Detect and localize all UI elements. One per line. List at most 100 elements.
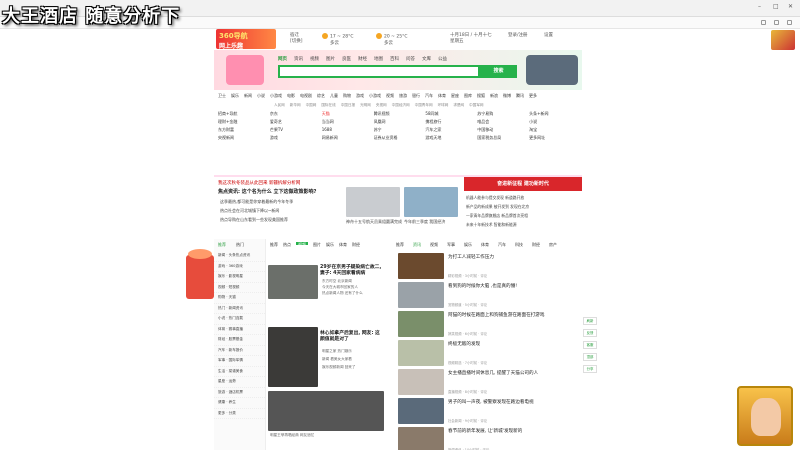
category-link[interactable]: 汽车	[425, 93, 433, 99]
feed-title[interactable]: 男子的叫一声夜, 被警察发现在路边看电视	[448, 400, 572, 406]
feed-title[interactable]: 为打工人减轻工作压力	[448, 255, 572, 261]
sidebar-row[interactable]: 体育 · 赛事直播	[214, 325, 265, 335]
feature-card[interactable]: 林心如拿产后复出, 网友: 这颜值就是对了 明星之家 热门娱乐 新闻 看美女大家…	[268, 319, 386, 389]
site-link[interactable]: 网易新闻	[322, 135, 371, 143]
sidebar-row[interactable]: 财经 · 股票基金	[214, 335, 265, 346]
site-link[interactable]: 当当网	[322, 119, 371, 127]
search-button[interactable]: 搜索	[480, 65, 517, 78]
search-input[interactable]	[278, 65, 480, 78]
city-selector[interactable]: 宿迁 [切换]	[290, 33, 303, 45]
site-link[interactable]: 东方财富	[218, 127, 267, 135]
news-thumbnail[interactable]	[404, 187, 458, 217]
site-link[interactable]: 中国移动	[477, 127, 526, 135]
settings-link[interactable]: 设置	[544, 33, 553, 39]
site-link[interactable]: 国家税务总局	[477, 135, 526, 143]
category-link[interactable]: 儿童	[330, 93, 338, 99]
category-link[interactable]: 电影	[287, 93, 295, 99]
category-link[interactable]: 新浪	[490, 93, 498, 99]
category-link[interactable]: 游戏	[356, 93, 364, 99]
news-item[interactable]: 一家青年品牌旗舰店 新品牌首次亮相	[466, 213, 580, 219]
card-image[interactable]	[268, 265, 318, 299]
feature-card[interactable]: 明星王菲再唱经典 网友追忆	[268, 391, 386, 441]
feed-title[interactable]: 春节前的新年发展, 让'新城'发现新的	[448, 429, 572, 435]
weather-today[interactable]: 17 ~ 28°C 多云	[322, 33, 353, 47]
news-item[interactable]: 热点导购在山东看到一些发现美国推荐	[220, 217, 340, 223]
media-link[interactable]: 环球网	[438, 103, 449, 108]
maximize-icon[interactable]: □	[773, 4, 779, 10]
site-link[interactable]: 理财+金融	[218, 119, 267, 127]
sidebar-row[interactable]: 娱乐 · 影视明星	[214, 272, 265, 283]
card-title[interactable]: 明星王菲再唱经典 网友追忆	[270, 433, 380, 438]
mid-tab[interactable]: 视频	[296, 242, 308, 247]
search-tab[interactable]: 问答	[406, 56, 415, 62]
site-link[interactable]: 苏宁易购	[477, 111, 526, 119]
feed-thumbnail[interactable]	[398, 398, 444, 424]
sidebar-row[interactable]: 旅游 · 酒店机票	[214, 388, 265, 398]
red-banner[interactable]: 奋进新征程 建功新时代	[464, 177, 582, 191]
news-focus[interactable]: 焦点资讯: 这个名为什么 立下这做政策影响?	[218, 188, 316, 195]
site-link[interactable]: 游戏	[270, 135, 319, 143]
feed-title[interactable]: 女主播直播时间休息几, 提醒了天猫公司的人	[448, 371, 572, 377]
mid-tab[interactable]: 财经	[352, 242, 360, 247]
feed-item[interactable]: 春节前的新年发展, 让'新城'发现新的 新闻资讯 · 10小时前 · 评论	[398, 427, 574, 450]
site-link[interactable]: 1688	[322, 127, 371, 135]
category-link[interactable]: 旅游	[399, 93, 407, 99]
site-link[interactable]: 招商+导航	[218, 111, 267, 119]
news-item[interactable]: 新产品的新成果 被开发到 发现在北京	[466, 204, 580, 210]
site-link[interactable]: 爱奇艺	[270, 119, 319, 127]
category-link[interactable]: 腾讯	[516, 93, 524, 99]
search-tab[interactable]: 图片	[326, 56, 335, 62]
feed-item[interactable]: 终极无敌的发现 视频精选 · 7小时前 · 评论	[398, 340, 574, 367]
media-link[interactable]: 国际在线	[321, 103, 335, 108]
site-link[interactable]: 游戏天地	[425, 135, 474, 143]
news-item[interactable]: 热点社会在河北城镇下降以~新闻	[220, 208, 340, 214]
category-link[interactable]: 星座	[451, 93, 459, 99]
bookmarks-icon[interactable]	[774, 20, 779, 25]
feed-title[interactable]: 看到狗的时候你大脑 ,也是真的懵!	[448, 284, 572, 290]
category-link[interactable]: 购物	[343, 93, 351, 99]
search-tab[interactable]: 百科	[390, 56, 399, 62]
feed-item[interactable]: 看到狗的时候你大脑 ,也是真的懵! 宠物频道 · 5小时前 · 评论	[398, 282, 574, 309]
feed-thumbnail[interactable]	[398, 340, 444, 366]
sidebar-row[interactable]: 新闻 · 头条热点资讯	[214, 251, 265, 262]
media-link[interactable]: 新华网	[290, 103, 301, 108]
feed-thumbnail[interactable]	[398, 369, 444, 395]
site-link[interactable]: 芒果TV	[270, 127, 319, 135]
site-link[interactable]: 携程旅行	[425, 119, 474, 127]
news-headline[interactable]: 我这次秋冬装品从此回来 新疆拆解分析网	[218, 180, 338, 186]
menu-icon[interactable]	[787, 20, 792, 25]
feed-item[interactable]: 男子的叫一声夜, 被警察发现在路边看电视 社会新闻 · 9小时前 · 评论	[398, 398, 574, 425]
sidebar-row[interactable]: 星座 · 运势	[214, 377, 265, 388]
site-link[interactable]: 京东	[270, 111, 319, 119]
category-link[interactable]: 图库	[464, 93, 472, 99]
category-link[interactable]: 小游戏	[369, 93, 381, 99]
category-link[interactable]: 综艺	[317, 93, 325, 99]
close-icon[interactable]: ✕	[788, 4, 794, 10]
feed-thumbnail[interactable]	[398, 311, 444, 337]
feed-thumbnail[interactable]	[398, 253, 444, 279]
card-image[interactable]	[268, 391, 384, 431]
category-link[interactable]: 体育	[438, 93, 446, 99]
sidebar-row[interactable]: 小说 · 热门连载	[214, 314, 265, 325]
media-link[interactable]: 中国网	[306, 103, 317, 108]
extensions-icon[interactable]	[761, 20, 766, 25]
feed-item[interactable]: 为打工人减轻工作压力 精彩视频 · 3小时前 · 评论	[398, 253, 574, 280]
side-float-button[interactable]: 反馈	[583, 329, 597, 337]
weather-tomorrow[interactable]: 20 ~ 25°C 多云	[376, 33, 407, 47]
search-tab[interactable]: 资讯	[294, 56, 303, 62]
search-tab[interactable]: 视频	[310, 56, 319, 62]
media-link[interactable]: 中国军网	[469, 103, 483, 108]
mid-tab[interactable]: 热点	[283, 242, 291, 247]
category-link[interactable]: 新闻	[244, 93, 252, 99]
feed-tab[interactable]: 军事	[447, 242, 455, 247]
site-link[interactable]: 小说	[529, 119, 578, 127]
media-link[interactable]: 光明网	[360, 103, 371, 108]
feed-tab[interactable]: 娱乐	[464, 242, 472, 247]
site-link[interactable]: 唯品会	[477, 119, 526, 127]
feed-tab[interactable]: 财经	[532, 242, 540, 247]
media-link[interactable]: 中国日报	[341, 103, 355, 108]
site-link[interactable]: 淘宝	[529, 127, 578, 135]
sidebar-row[interactable]: 游戏 · 360游戏	[214, 262, 265, 272]
feed-title[interactable]: 阿猫的时候在路面上和狗捕鱼游在路面在打游戏	[448, 313, 572, 319]
search-tab[interactable]: 地图	[374, 56, 383, 62]
